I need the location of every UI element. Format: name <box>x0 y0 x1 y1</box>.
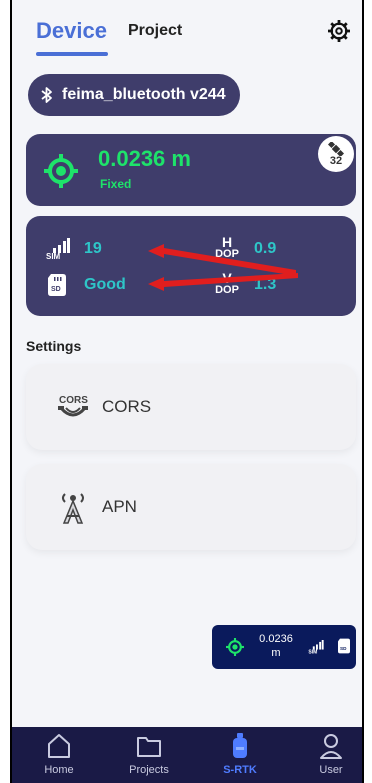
tab-device-underline <box>36 52 108 56</box>
sim-signal-icon: SIM <box>46 238 70 260</box>
accuracy-card[interactable]: 0.0236 m Fixed 32 <box>26 134 356 206</box>
svg-text:CORS: CORS <box>59 395 88 406</box>
floating-status-widget[interactable]: 0.0236 m SIM SD <box>212 625 356 669</box>
svg-text:SD: SD <box>340 646 347 651</box>
sim-signal-value: 19 <box>84 240 102 257</box>
tab-device[interactable]: Device <box>36 18 107 44</box>
tab-project[interactable]: Project <box>128 22 182 40</box>
settings-gear-icon[interactable] <box>328 20 350 42</box>
user-icon <box>320 734 342 759</box>
s-rtk-receiver-icon <box>233 733 247 758</box>
cors-label: CORS <box>102 397 152 416</box>
apn-settings-item[interactable]: APN <box>26 464 356 550</box>
nav-home[interactable]: Home <box>24 727 94 783</box>
app-screen: Device Project feima_bluetooth v244 0.02… <box>10 0 364 783</box>
sim-signal-icon: SIM <box>308 640 324 654</box>
status-card[interactable]: SIM 19 SD Good H DOP 0.9 V DOP 1.3 <box>26 216 356 316</box>
floating-accuracy: 0.0236 m <box>259 633 293 659</box>
hdop-value: 0.9 <box>254 240 277 257</box>
nav-projects[interactable]: Projects <box>114 727 184 783</box>
vdop-value: 1.3 <box>254 276 277 293</box>
apn-label: APN <box>102 497 137 516</box>
nav-user[interactable]: User <box>296 727 362 783</box>
sd-card-icon: SD <box>48 274 66 296</box>
gnss-target-icon <box>44 154 78 188</box>
home-icon <box>48 734 70 758</box>
fix-status: Fixed <box>100 177 132 191</box>
annotation-arrows <box>148 244 298 291</box>
nav-s-rtk[interactable]: S-RTK <box>205 727 275 783</box>
svg-text:SD: SD <box>51 286 61 293</box>
sd-card-icon: SD <box>338 638 350 654</box>
bluetooth-device-name: feima_bluetooth v244 <box>62 86 226 103</box>
folder-icon <box>137 737 161 757</box>
vdop-label: V DOP <box>215 270 239 296</box>
cors-settings-item[interactable]: CORS CORS <box>26 364 356 450</box>
cors-icon: CORS <box>58 395 88 417</box>
accuracy-value: 0.0236 m <box>98 146 191 171</box>
apn-antenna-icon <box>62 493 84 524</box>
svg-text:SIM: SIM <box>46 252 61 260</box>
sd-status-value: Good <box>84 276 126 293</box>
hdop-label: H DOP <box>215 234 239 260</box>
satellite-icon <box>328 141 344 156</box>
gnss-target-icon <box>226 638 244 656</box>
bottom-navigation: Home Projects S-RTK User <box>12 727 362 783</box>
settings-heading: Settings <box>26 338 82 354</box>
svg-text:SIM: SIM <box>308 649 317 654</box>
bluetooth-icon <box>41 87 52 103</box>
satellite-count: 32 <box>329 154 343 167</box>
bluetooth-device-button[interactable]: feima_bluetooth v244 <box>28 74 240 116</box>
top-tabs: Device Project <box>12 0 362 60</box>
satellite-count-badge[interactable]: 32 <box>318 136 354 172</box>
